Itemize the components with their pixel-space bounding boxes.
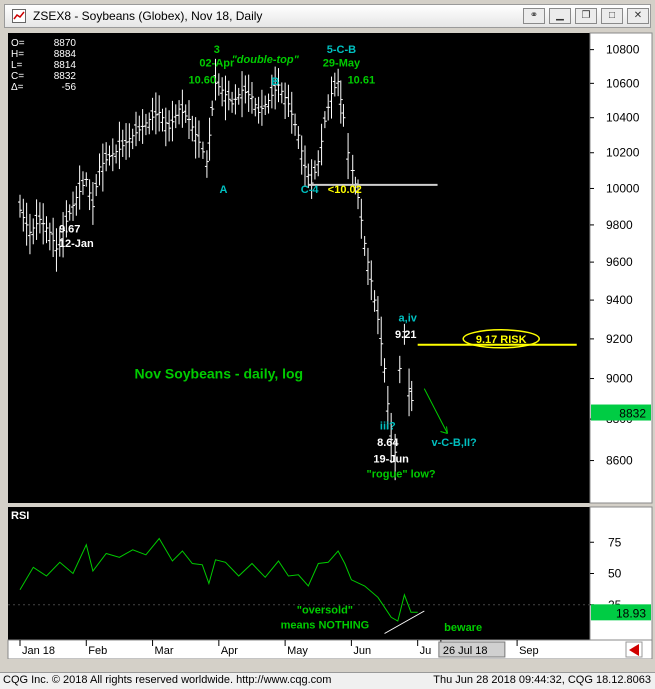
- ohlc-label: C=: [11, 71, 24, 82]
- chart-annotation: Nov Soybeans - daily, log: [135, 366, 304, 382]
- chart-annotation: 3: [214, 44, 220, 56]
- chart-annotation: "double-top": [232, 54, 300, 66]
- chart-annotation: 9.21: [395, 329, 416, 341]
- chart-window: ZSEX8 - Soybeans (Globex), Nov 18, Daily…: [0, 0, 655, 689]
- link-icon[interactable]: ⚭: [523, 8, 545, 24]
- ohlc-value: 8832: [54, 71, 77, 82]
- price-tick-label: 10200: [606, 146, 640, 160]
- chart-annotation: B: [271, 76, 279, 88]
- ohlc-value: 8870: [54, 38, 77, 49]
- chart-annotation: <10.02: [328, 184, 362, 196]
- rsi-tick-label: 75: [608, 535, 622, 549]
- price-panel: [8, 33, 590, 503]
- ohlc-label: O=: [11, 38, 25, 49]
- price-tick-label: 8600: [606, 454, 633, 468]
- chart-annotation: 5-C-B: [327, 44, 356, 56]
- chart-annotation: 8.64: [377, 437, 399, 449]
- time-tick-label: Ju: [420, 645, 432, 657]
- rsi-tick-label: 50: [608, 567, 622, 581]
- ohlc-label: L=: [11, 60, 23, 71]
- maximize-button[interactable]: □: [601, 8, 623, 24]
- chart-annotation: 10.61: [348, 74, 376, 86]
- rsi-title: RSI: [11, 510, 29, 522]
- chart-annotation: 29-May: [323, 57, 361, 69]
- title-bar[interactable]: ZSEX8 - Soybeans (Globex), Nov 18, Daily…: [4, 4, 651, 28]
- time-tick-label: Feb: [88, 645, 107, 657]
- chart-annotation: v-C-B,II?: [432, 437, 478, 449]
- chart-area[interactable]: 10800 10600 10400 10200 10000 9800 9600 9400 920…: [0, 29, 655, 659]
- price-tick-label: 9600: [606, 255, 633, 269]
- chart-annotation: 02-Apr: [199, 57, 235, 69]
- price-tick-label: 10800: [606, 43, 640, 57]
- copyright-text: CQG Inc. © 2018 All rights reserved worl…: [3, 674, 332, 686]
- ohlc-value: 8814: [54, 60, 77, 71]
- time-tick-label: Jun: [353, 645, 371, 657]
- ohlc-label: H=: [11, 49, 24, 60]
- risk-label: 9.17 RISK: [476, 334, 527, 346]
- time-tick-label: Jan 18: [22, 645, 55, 657]
- close-button[interactable]: ✕: [627, 8, 649, 24]
- time-tick-label: 26 Jul 18: [443, 645, 488, 657]
- chart-annotation: 10.60: [189, 74, 217, 86]
- price-tick-label: 10400: [606, 111, 640, 125]
- ohlc-label: Δ=: [11, 82, 24, 93]
- time-tick-label: Apr: [221, 645, 238, 657]
- rsi-annotation: means NOTHING: [281, 620, 370, 632]
- chart-annotation: "rogue" low?: [367, 468, 436, 480]
- cqg-chart-icon: [12, 9, 26, 23]
- chart-annotation: 19-Jun: [373, 454, 409, 466]
- price-tick-label: 9200: [606, 332, 633, 346]
- status-bar: CQG Inc. © 2018 All rights reserved worl…: [0, 672, 655, 689]
- ohlc-value: -56: [62, 82, 77, 93]
- chart-annotation: a,iv: [399, 312, 418, 324]
- rsi-last-label: 18.93: [616, 606, 646, 620]
- minimize-button[interactable]: ▁: [549, 8, 571, 24]
- ohlc-value: 8884: [54, 49, 77, 60]
- price-tick-label: 10600: [606, 76, 640, 90]
- price-tick-label: 9800: [606, 218, 633, 232]
- chart-annotation: 9.67: [59, 223, 80, 235]
- restore-button[interactable]: ❐: [575, 8, 597, 24]
- rsi-annotation: "oversold": [297, 605, 353, 617]
- time-tick-label: Mar: [155, 645, 174, 657]
- chart-annotation: C-4: [301, 184, 320, 196]
- timestamp-text: Thu Jun 28 2018 09:44:32, CQG 18.12.8063: [433, 674, 651, 686]
- price-tick-label: 10000: [606, 181, 640, 195]
- chart-annotation: 12-Jan: [59, 238, 94, 250]
- price-tick-label: 9000: [606, 372, 633, 386]
- last-price-label: 8832: [619, 407, 646, 421]
- rsi-annotation: beware: [444, 622, 482, 634]
- time-tick-label: May: [287, 645, 308, 657]
- time-tick-label: Sep: [519, 645, 539, 657]
- chart-annotation: iii?: [380, 420, 396, 432]
- price-tick-label: 9400: [606, 293, 633, 307]
- window-title: ZSEX8 - Soybeans (Globex), Nov 18, Daily: [33, 9, 263, 23]
- chart-annotation: A: [220, 184, 228, 196]
